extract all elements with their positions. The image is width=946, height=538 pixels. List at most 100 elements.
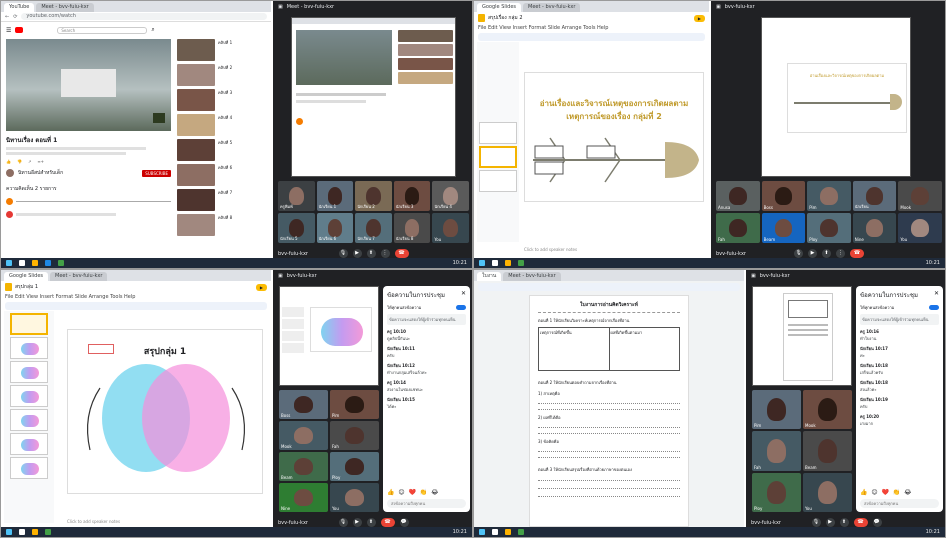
participant-tile[interactable]: Mook xyxy=(898,181,942,211)
participant-tile[interactable]: You xyxy=(330,483,379,512)
speaker-notes[interactable]: Click to add speaker notes xyxy=(67,519,120,524)
slide-thumbnail[interactable] xyxy=(479,122,517,144)
participant-tile[interactable]: นักเรียน 6 xyxy=(316,213,354,243)
file-explorer-icon[interactable] xyxy=(32,529,38,535)
chrome-icon[interactable] xyxy=(58,260,64,266)
slide-thumbnail[interactable] xyxy=(10,385,48,407)
participant-tile[interactable]: นักเรียน 1 xyxy=(316,181,354,211)
participant-tile[interactable]: Nine xyxy=(852,213,897,243)
toolbar[interactable] xyxy=(478,283,740,291)
file-explorer-icon[interactable] xyxy=(505,260,511,266)
camera-icon[interactable]: ▶ xyxy=(352,249,362,258)
add-comment-input[interactable] xyxy=(16,201,171,202)
participant-tile[interactable]: Beam xyxy=(803,431,852,471)
search-icon[interactable] xyxy=(19,260,25,266)
participant-tile[interactable]: Pim xyxy=(807,181,851,211)
slide-thumbnail[interactable] xyxy=(479,170,517,192)
participant-tile[interactable]: Anusa xyxy=(716,181,760,211)
search-icon[interactable]: ⌕ xyxy=(151,26,154,34)
slide-thumbnail[interactable] xyxy=(10,361,48,383)
participant-tile[interactable]: Pim xyxy=(330,390,379,419)
participant-tile[interactable]: นักเรียน 5 xyxy=(278,213,315,243)
document-title[interactable]: สรุปเรื่อง กลุ่ม 2 xyxy=(488,14,523,22)
subscribe-button[interactable]: SUBSCRIBE xyxy=(142,169,171,177)
chat-toggle[interactable] xyxy=(456,305,466,310)
windows-start-icon[interactable] xyxy=(6,529,12,535)
tab-meet[interactable]: Meet - bvv-fuiu-kxr xyxy=(50,272,108,281)
like-icon[interactable]: 👍 xyxy=(6,159,11,164)
hang-up-button[interactable]: ☎ xyxy=(394,249,409,258)
close-icon[interactable]: ✕ xyxy=(461,290,466,300)
toolbar[interactable] xyxy=(5,302,267,310)
list-item[interactable]: คลิปที่ 6 xyxy=(177,164,267,186)
close-icon[interactable]: ✕ xyxy=(934,290,939,300)
participant-tile[interactable]: นักเรียน 7 xyxy=(355,213,392,243)
list-item[interactable]: คลิปที่ 1 xyxy=(177,39,267,61)
chat-icon[interactable]: 💬 xyxy=(399,518,409,527)
edge-icon[interactable] xyxy=(45,260,51,266)
slide-canvas[interactable]: อ่านเรื่องและวิจารณ์เหตุของการเกิดผลตาม … xyxy=(524,72,704,202)
menu-bar[interactable]: File Edit View Insert Format Slide Arran… xyxy=(474,24,709,32)
windows-start-icon[interactable] xyxy=(479,529,485,535)
participant-tile[interactable]: Fah xyxy=(330,421,379,450)
list-item[interactable]: คลิปที่ 5 xyxy=(177,139,267,161)
list-item[interactable]: คลิปที่ 7 xyxy=(177,189,267,211)
chat-icon[interactable]: 💬 xyxy=(872,518,882,527)
video-player[interactable] xyxy=(6,39,171,131)
yt-search-input[interactable]: Search xyxy=(57,26,148,34)
tab-worksheet[interactable]: ใบงาน xyxy=(477,272,502,281)
camera-icon[interactable]: ▶ xyxy=(352,518,362,527)
tab-youtube[interactable]: YouTube xyxy=(4,3,35,12)
mic-icon[interactable]: 🎙 xyxy=(338,249,348,258)
participant-tile[interactable]: Ploy xyxy=(807,213,851,243)
present-button[interactable]: ▶ xyxy=(693,14,705,22)
chrome-icon[interactable] xyxy=(518,260,524,266)
tab-meet[interactable]: Meet - bvv-fuiu-kxr xyxy=(523,3,581,12)
mic-icon[interactable]: 🎙 xyxy=(794,249,803,258)
participant-tile[interactable]: Ploy xyxy=(752,472,801,512)
participant-tile[interactable]: นักเรียน 2 xyxy=(355,181,392,211)
tab-slides[interactable]: Google Slides xyxy=(477,3,522,12)
share-icon[interactable]: ↗ xyxy=(28,159,31,164)
url-field[interactable]: youtube.com/watch xyxy=(21,13,267,20)
menu-icon[interactable]: ☰ xyxy=(6,27,11,34)
slide-thumbnail-selected[interactable] xyxy=(479,146,517,168)
hang-up-button[interactable]: ☎ xyxy=(853,518,868,527)
tab-slides[interactable]: Google Slides xyxy=(4,272,49,281)
file-explorer-icon[interactable] xyxy=(32,260,38,266)
hang-up-button[interactable]: ☎ xyxy=(380,518,395,527)
tab-meet[interactable]: Meet - bvv-fuiu-kxr xyxy=(36,3,94,12)
chat-toggle[interactable] xyxy=(929,305,939,310)
participant-tile[interactable]: Pim xyxy=(752,390,801,430)
search-icon[interactable] xyxy=(19,529,25,535)
list-item[interactable]: คลิปที่ 8 xyxy=(177,214,267,236)
present-button[interactable]: ▶ xyxy=(255,283,267,291)
participant-tile[interactable]: Beam xyxy=(279,452,328,481)
windows-start-icon[interactable] xyxy=(479,260,485,266)
participant-tile[interactable]: You xyxy=(803,472,852,512)
participant-tile[interactable]: Fah xyxy=(752,431,801,471)
more-icon[interactable]: ⋮ xyxy=(836,249,845,258)
channel-name[interactable]: นิทานอีสปสำหรับเด็ก xyxy=(18,169,63,177)
chat-input[interactable]: ส่งข้อความถึงทุกคน xyxy=(387,499,466,508)
participant-tile[interactable]: You xyxy=(898,213,942,243)
slide-thumbnail[interactable] xyxy=(10,409,48,431)
chrome-icon[interactable] xyxy=(45,529,51,535)
slide-thumbnail[interactable] xyxy=(10,433,48,455)
windows-start-icon[interactable] xyxy=(6,260,12,266)
mic-icon[interactable]: 🎙 xyxy=(338,518,348,527)
camera-icon[interactable]: ▶ xyxy=(808,249,817,258)
participant-tile[interactable]: Boss xyxy=(279,390,328,419)
save-icon[interactable]: ≡+ xyxy=(37,159,44,164)
participant-tile[interactable]: Boss xyxy=(761,181,806,211)
back-icon[interactable]: ← xyxy=(5,14,9,20)
list-item[interactable]: คลิปที่ 3 xyxy=(177,89,267,111)
chrome-icon[interactable] xyxy=(518,529,524,535)
present-icon[interactable]: ⬆ xyxy=(366,249,376,258)
search-icon[interactable] xyxy=(492,529,498,535)
slides-logo-icon[interactable] xyxy=(478,14,485,22)
participant-tile[interactable]: Mook xyxy=(803,390,852,430)
present-icon[interactable]: ⬆ xyxy=(366,518,376,527)
emoji-reactions[interactable]: 👍 😊 ❤️ 👏 😂 xyxy=(387,489,439,496)
slide-thumbnail-selected[interactable] xyxy=(10,313,48,335)
